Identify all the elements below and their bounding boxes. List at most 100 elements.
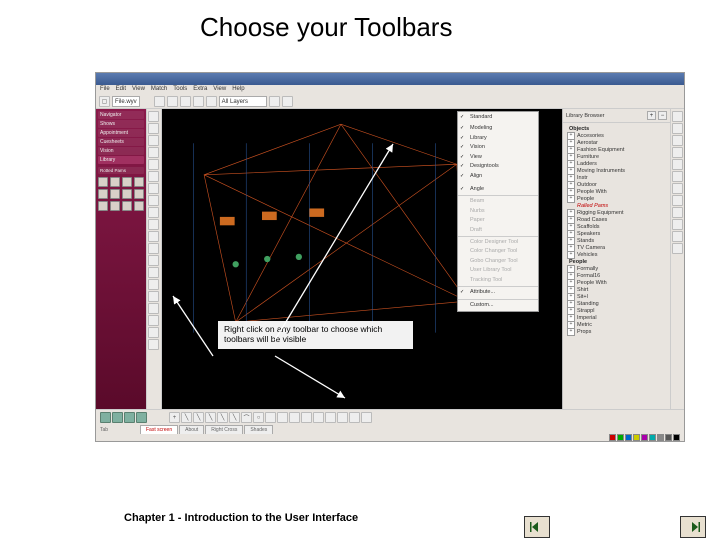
- bottom-tool-l1[interactable]: ╲: [181, 412, 192, 423]
- palette-tab-cuesheets[interactable]: Cuesheets: [98, 138, 144, 146]
- tool-r-2[interactable]: [672, 123, 683, 134]
- library-tree[interactable]: Objects Accesories Aerostar Fashion Equi…: [563, 123, 670, 409]
- bottom-tool-2[interactable]: [112, 412, 123, 423]
- tree-node[interactable]: Formal16: [565, 272, 668, 279]
- tool-column-right[interactable]: [670, 109, 684, 409]
- palette-swatch[interactable]: [134, 201, 144, 211]
- ctx-item-modeling[interactable]: Modeling: [458, 124, 538, 133]
- tree-node[interactable]: Ladders: [565, 160, 668, 167]
- tree-node[interactable]: Strappl: [565, 307, 668, 314]
- tool-v-10[interactable]: [148, 219, 159, 230]
- palette-swatch[interactable]: [134, 177, 144, 187]
- ctx-item-beam[interactable]: Beam: [458, 195, 538, 206]
- tree-node[interactable]: Speakers: [565, 230, 668, 237]
- menubar[interactable]: File Edit View Match Tools Extra View He…: [96, 85, 684, 95]
- palette-swatch[interactable]: [122, 201, 132, 211]
- palette-swatch[interactable]: [134, 189, 144, 199]
- tool-r-8[interactable]: [672, 195, 683, 206]
- ctx-item-gobochanger[interactable]: Gobo Changer Tool: [458, 257, 538, 266]
- tree-node[interactable]: Accesories: [565, 132, 668, 139]
- menu-match[interactable]: Match: [151, 86, 167, 94]
- tool-btn-3[interactable]: [180, 96, 191, 107]
- tree-node[interactable]: Road Cases: [565, 216, 668, 223]
- ctx-item-colorchanger[interactable]: Color Changer Tool: [458, 247, 538, 256]
- tool-r-5[interactable]: [672, 159, 683, 170]
- palette-tab-appointment[interactable]: Appointment: [98, 129, 144, 137]
- tree-node[interactable]: Aerostar: [565, 139, 668, 146]
- bottom-tool-10[interactable]: [313, 412, 324, 423]
- bottom-tool-4[interactable]: [136, 412, 147, 423]
- ctx-item-designtools[interactable]: Designtools: [458, 162, 538, 171]
- tool-btn-2[interactable]: [167, 96, 178, 107]
- tool-r-10[interactable]: [672, 219, 683, 230]
- palette-swatch[interactable]: [98, 177, 108, 187]
- toolbar-context-menu[interactable]: Standard Modeling Library Vision View De…: [457, 111, 539, 312]
- tool-v-13[interactable]: [148, 255, 159, 266]
- palette-swatch[interactable]: [98, 189, 108, 199]
- palette-body[interactable]: [98, 175, 144, 407]
- bottom-tool-7[interactable]: [277, 412, 288, 423]
- palette-swatch[interactable]: [122, 177, 132, 187]
- tree-node[interactable]: Moving Instruments: [565, 167, 668, 174]
- bottom-tool-8[interactable]: [289, 412, 300, 423]
- ctx-item-paper[interactable]: Paper: [458, 216, 538, 225]
- tree-node[interactable]: Instr: [565, 174, 668, 181]
- prev-slide-button[interactable]: [524, 516, 550, 538]
- ctx-item-nurbs[interactable]: Nurbs: [458, 207, 538, 216]
- ctx-item-standard[interactable]: Standard: [458, 113, 538, 122]
- status-color-swatch[interactable]: [625, 434, 632, 441]
- tool-r-12[interactable]: [672, 243, 683, 254]
- bottom-tab-about[interactable]: About: [179, 425, 204, 434]
- tool-v-5[interactable]: [148, 159, 159, 170]
- tree-node[interactable]: Furniture: [565, 153, 668, 160]
- tool-v-9[interactable]: [148, 207, 159, 218]
- menu-view[interactable]: View: [132, 86, 145, 94]
- open-icon[interactable]: ▢: [99, 96, 110, 107]
- tool-v-6[interactable]: [148, 171, 159, 182]
- tool-r-6[interactable]: [672, 171, 683, 182]
- bottom-tool-l5[interactable]: ╲: [229, 412, 240, 423]
- toolbar-standard[interactable]: ▢ File.wyv All Layers: [96, 95, 684, 109]
- bottom-tool-l3[interactable]: ╲: [205, 412, 216, 423]
- tool-v-3[interactable]: [148, 135, 159, 146]
- status-color-swatch[interactable]: [633, 434, 640, 441]
- tree-node[interactable]: Imperial: [565, 314, 668, 321]
- tool-btn-4[interactable]: [193, 96, 204, 107]
- viewport-3d[interactable]: Standard Modeling Library Vision View De…: [162, 109, 562, 409]
- tool-r-7[interactable]: [672, 183, 683, 194]
- palette-tab-shows[interactable]: Shows: [98, 120, 144, 128]
- ctx-item-attribute[interactable]: Attribute...: [458, 286, 538, 297]
- bottom-tool-arc[interactable]: ⌒: [241, 412, 252, 423]
- tool-btn-6[interactable]: [269, 96, 280, 107]
- tool-v-16[interactable]: [148, 291, 159, 302]
- bottom-tab-rightcross[interactable]: Right Cross: [205, 425, 243, 434]
- bottom-tool-14[interactable]: [361, 412, 372, 423]
- tool-r-11[interactable]: [672, 231, 683, 242]
- palette-swatch[interactable]: [122, 189, 132, 199]
- bottom-tool-9[interactable]: [301, 412, 312, 423]
- tool-v-12[interactable]: [148, 243, 159, 254]
- tool-r-3[interactable]: [672, 135, 683, 146]
- palette-swatch[interactable]: [98, 201, 108, 211]
- tool-v-8[interactable]: [148, 195, 159, 206]
- menu-tools[interactable]: Tools: [173, 86, 187, 94]
- tree-node[interactable]: Sit+l: [565, 293, 668, 300]
- bottom-tab-shades[interactable]: Shades: [244, 425, 273, 434]
- file-combo[interactable]: File.wyv: [112, 96, 140, 107]
- bottom-tool-6[interactable]: [265, 412, 276, 423]
- tree-node[interactable]: Shirt: [565, 286, 668, 293]
- tree-node[interactable]: People With: [565, 279, 668, 286]
- ctx-item-tracking[interactable]: Tracking Tool: [458, 276, 538, 285]
- menu-view2[interactable]: View: [213, 86, 226, 94]
- tree-node-selected[interactable]: Ralled Pams: [565, 202, 668, 209]
- bottom-tab-fastscreen[interactable]: Fast screen: [140, 425, 178, 434]
- tool-v-19[interactable]: [148, 327, 159, 338]
- tool-r-9[interactable]: [672, 207, 683, 218]
- tree-node[interactable]: Props: [565, 328, 668, 335]
- tool-btn-1[interactable]: [154, 96, 165, 107]
- bottom-tool-plus[interactable]: +: [169, 412, 180, 423]
- bottom-tool-13[interactable]: [349, 412, 360, 423]
- tree-node[interactable]: Fashion Equipment: [565, 146, 668, 153]
- bottom-tool-1[interactable]: [100, 412, 111, 423]
- status-color-swatch[interactable]: [673, 434, 680, 441]
